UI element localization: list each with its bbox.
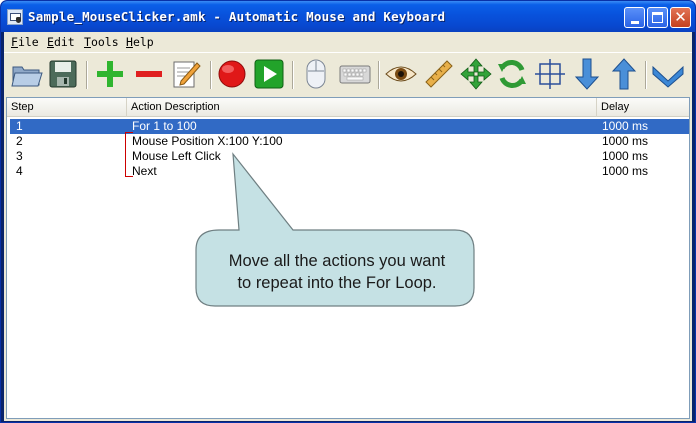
edit-action-button[interactable]	[169, 57, 203, 91]
ruler-button[interactable]	[422, 57, 456, 91]
action-list[interactable]: Step Action Description Delay 1 For 1 to…	[6, 97, 690, 419]
add-icon	[97, 61, 123, 87]
collapse-button[interactable]	[651, 57, 685, 91]
edit-icon	[173, 61, 201, 88]
close-button[interactable]: ✕	[670, 7, 691, 28]
move-button[interactable]	[459, 57, 493, 91]
maximize-icon	[652, 12, 663, 23]
callout-line: Move all the actions you want	[228, 252, 446, 270]
remove-icon	[136, 71, 162, 77]
record-icon	[218, 60, 246, 88]
toolbar-separator	[292, 61, 294, 89]
toolbar	[4, 52, 692, 95]
title-bar[interactable]: Sample_MouseClicker.amk - Automatic Mous…	[1, 1, 695, 32]
minimize-button[interactable]	[624, 7, 645, 28]
record-button[interactable]	[215, 57, 249, 91]
save-icon	[49, 60, 77, 88]
move-up-icon	[611, 58, 637, 90]
crosshair-icon	[535, 59, 565, 89]
app-icon[interactable]	[7, 9, 23, 25]
ruler-icon	[425, 60, 453, 88]
app-window: Sample_MouseClicker.amk - Automatic Mous…	[0, 0, 696, 423]
open-folder-icon	[11, 66, 43, 87]
crosshair-button[interactable]	[533, 57, 567, 91]
toolbar-separator	[86, 61, 88, 89]
callout-text: Move all the actions you want to repeat …	[197, 250, 477, 294]
remove-action-button[interactable]	[132, 57, 166, 91]
menu-tools[interactable]: Tools	[84, 35, 119, 49]
play-button[interactable]	[252, 57, 286, 91]
move-up-button[interactable]	[607, 57, 641, 91]
mouse-action-button[interactable]	[299, 57, 333, 91]
close-icon: ✕	[674, 8, 687, 26]
refresh-icon	[498, 60, 526, 88]
collapse-icon	[652, 65, 684, 88]
callout-line: to repeat into the For Loop.	[237, 274, 437, 292]
view-button[interactable]	[384, 57, 418, 91]
toolbar-separator	[210, 61, 212, 89]
save-button[interactable]	[46, 57, 80, 91]
repeat-button[interactable]	[495, 57, 529, 91]
keyboard-icon	[339, 65, 371, 84]
add-action-button[interactable]	[93, 57, 127, 91]
open-button[interactable]	[10, 57, 44, 91]
play-icon	[254, 59, 284, 89]
mouse-icon	[306, 59, 326, 89]
toolbar-separator	[378, 61, 380, 89]
menu-help[interactable]: Help	[126, 35, 154, 49]
move-down-icon	[574, 58, 600, 90]
keyboard-action-button[interactable]	[338, 57, 372, 91]
window-title: Sample_MouseClicker.amk - Automatic Mous…	[28, 9, 446, 24]
maximize-button[interactable]	[647, 7, 668, 28]
minimize-icon	[630, 20, 639, 24]
menu-bar: File Edit Tools Help	[4, 32, 692, 51]
eye-icon	[385, 66, 417, 82]
menu-file[interactable]: File	[11, 35, 39, 49]
move-down-button[interactable]	[570, 57, 604, 91]
menu-edit[interactable]: Edit	[47, 35, 75, 49]
client-area: File Edit Tools Help Step Action Descrip…	[4, 32, 692, 421]
move-icon	[460, 58, 492, 90]
toolbar-separator	[645, 61, 647, 89]
